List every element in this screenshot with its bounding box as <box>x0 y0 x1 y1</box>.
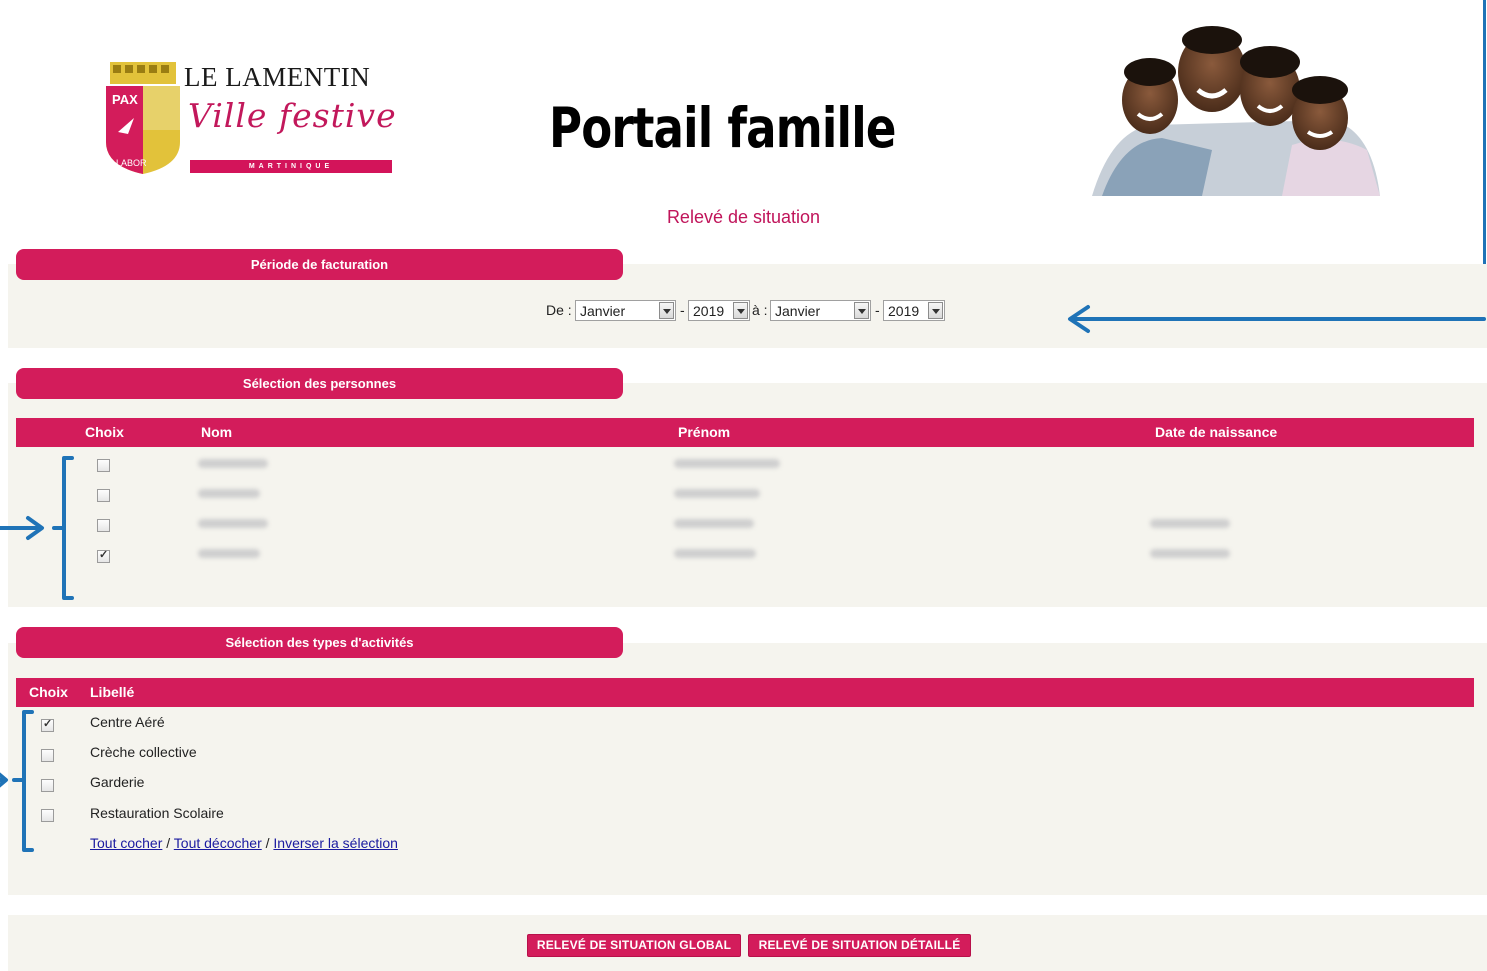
activity-checkbox-centre-aere[interactable] <box>41 717 54 732</box>
activity-label: Centre Aéré <box>90 714 165 730</box>
activity-label: Restauration Scolaire <box>90 805 224 821</box>
family-photo <box>1092 20 1380 196</box>
person-checkbox[interactable] <box>97 489 110 502</box>
col-date-naissance: Date de naissance <box>1155 424 1278 440</box>
col-choix: Choix <box>85 424 124 440</box>
to-month-value: Janvier <box>775 303 821 319</box>
logo-banner: MARTINIQUE <box>190 160 392 173</box>
chevron-down-icon[interactable] <box>733 302 748 319</box>
redacted-prenom <box>674 489 760 498</box>
col-libelle: Libellé <box>90 684 135 700</box>
uncheck-all-link[interactable]: Tout décocher <box>174 835 262 851</box>
personnes-header: Sélection des personnes <box>16 368 623 399</box>
redacted-prenom <box>674 549 756 558</box>
logo-title: LE LAMENTIN <box>184 62 371 92</box>
activity-label: Crèche collective <box>90 744 197 760</box>
from-month-select[interactable]: Janvier <box>575 300 676 321</box>
redacted-prenom <box>674 459 780 468</box>
logo-script-text: Ville festive <box>188 96 397 135</box>
link-separator: / <box>261 835 274 851</box>
link-separator: / <box>162 835 174 851</box>
invert-selection-link[interactable]: Inverser la sélection <box>273 835 398 851</box>
activity-checkbox-creche[interactable] <box>41 749 54 762</box>
redacted-nom <box>198 519 268 528</box>
to-year-value: 2019 <box>888 303 920 319</box>
dash-separator: - <box>680 302 685 318</box>
check-all-link[interactable]: Tout cocher <box>90 835 162 851</box>
col-prenom: Prénom <box>678 424 731 440</box>
redacted-prenom <box>674 519 754 528</box>
svg-text:PAX: PAX <box>112 92 138 107</box>
activity-label: Garderie <box>90 774 145 790</box>
person-checkbox[interactable] <box>97 519 110 532</box>
from-year-value: 2019 <box>693 303 725 319</box>
from-year-select[interactable]: 2019 <box>688 300 750 321</box>
chevron-down-icon[interactable] <box>854 302 869 319</box>
a-label: à : <box>752 302 768 318</box>
releve-global-button[interactable]: RELEVÉ DE SITUATION GLOBAL <box>527 934 741 957</box>
col-nom: Nom <box>201 424 233 440</box>
to-year-select[interactable]: 2019 <box>883 300 945 321</box>
de-label: De : <box>546 302 572 318</box>
activites-table-header: Choix Libellé <box>16 678 1474 707</box>
city-logo: PAX LABOR LE LAMENTIN Ville festive MART… <box>104 62 396 177</box>
person-checkbox[interactable] <box>97 548 110 563</box>
chevron-down-icon[interactable] <box>659 302 674 319</box>
periode-header: Période de facturation <box>16 249 623 280</box>
redacted-nom <box>198 549 260 558</box>
svg-text:LABOR: LABOR <box>116 158 147 168</box>
redacted-nom <box>198 459 268 468</box>
redacted-date <box>1150 519 1230 528</box>
to-month-select[interactable]: Janvier <box>770 300 871 321</box>
page-subtitle: Relevé de situation <box>666 207 821 227</box>
person-checkbox[interactable] <box>97 459 110 472</box>
col-choix: Choix <box>29 684 68 700</box>
dash-separator: - <box>875 302 880 318</box>
chevron-down-icon[interactable] <box>928 302 943 319</box>
redacted-nom <box>198 489 260 498</box>
portal-title: Portail famille <box>549 96 896 160</box>
city-shield-icon: PAX LABOR <box>106 62 180 174</box>
redacted-date <box>1150 549 1230 558</box>
activity-checkbox-restauration[interactable] <box>41 809 54 822</box>
selection-links: Tout cocher / Tout décocher / Inverser l… <box>90 835 398 851</box>
releve-detaille-button[interactable]: RELEVÉ DE SITUATION DÉTAILLÉ <box>748 934 971 957</box>
activites-header: Sélection des types d'activités <box>16 627 623 658</box>
activity-checkbox-garderie[interactable] <box>41 779 54 792</box>
personnes-table-header: Choix Nom Prénom Date de naissance <box>16 418 1474 447</box>
from-month-value: Janvier <box>580 303 626 319</box>
